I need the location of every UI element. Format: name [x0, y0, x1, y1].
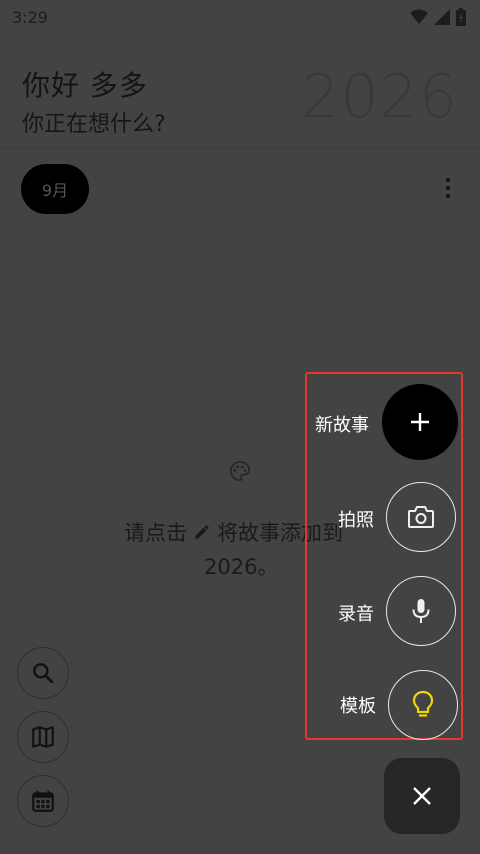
take-photo-button[interactable] — [386, 482, 456, 552]
templates-label[interactable]: 模板 — [340, 692, 376, 718]
empty-state-prefix: 请点击 — [124, 521, 187, 545]
month-filter-chip[interactable]: 9月 — [21, 164, 89, 214]
palette-icon — [230, 461, 250, 481]
month-chip-label: 9月 — [41, 181, 69, 200]
new-story-label[interactable]: 新故事 — [315, 411, 369, 437]
new-story-button[interactable] — [382, 384, 458, 460]
map-button[interactable] — [17, 711, 69, 763]
record-audio-button[interactable] — [386, 576, 456, 646]
search-icon — [33, 663, 54, 684]
greeting-title: 你好 多多 — [22, 69, 148, 102]
calendar-button[interactable] — [17, 775, 69, 827]
microphone-icon — [412, 599, 430, 623]
camera-icon — [408, 506, 434, 528]
record-audio-label[interactable]: 录音 — [338, 600, 374, 626]
more-vert-icon — [446, 178, 450, 182]
year-display[interactable]: 2026 — [301, 62, 458, 132]
close-fab-button[interactable] — [384, 758, 460, 834]
header-divider — [0, 148, 480, 149]
empty-state-line2: 2026。 — [204, 555, 279, 579]
calendar-icon — [32, 790, 54, 812]
plus-icon — [411, 413, 429, 431]
status-bar: 3:29 — [0, 0, 480, 34]
status-time: 3:29 — [12, 7, 48, 27]
greeting-subtitle: 你正在想什么? — [22, 112, 166, 137]
take-photo-label[interactable]: 拍照 — [338, 506, 374, 532]
pencil-icon — [195, 525, 209, 539]
more-options-button[interactable] — [436, 172, 460, 204]
status-icons — [410, 8, 466, 26]
wifi-icon — [410, 9, 428, 24]
signal-icon — [434, 9, 450, 25]
close-icon — [413, 787, 431, 805]
templates-button[interactable] — [388, 670, 458, 740]
search-button[interactable] — [17, 647, 69, 699]
map-icon — [32, 726, 54, 748]
lightbulb-icon — [412, 690, 434, 717]
battery-icon — [456, 8, 466, 26]
